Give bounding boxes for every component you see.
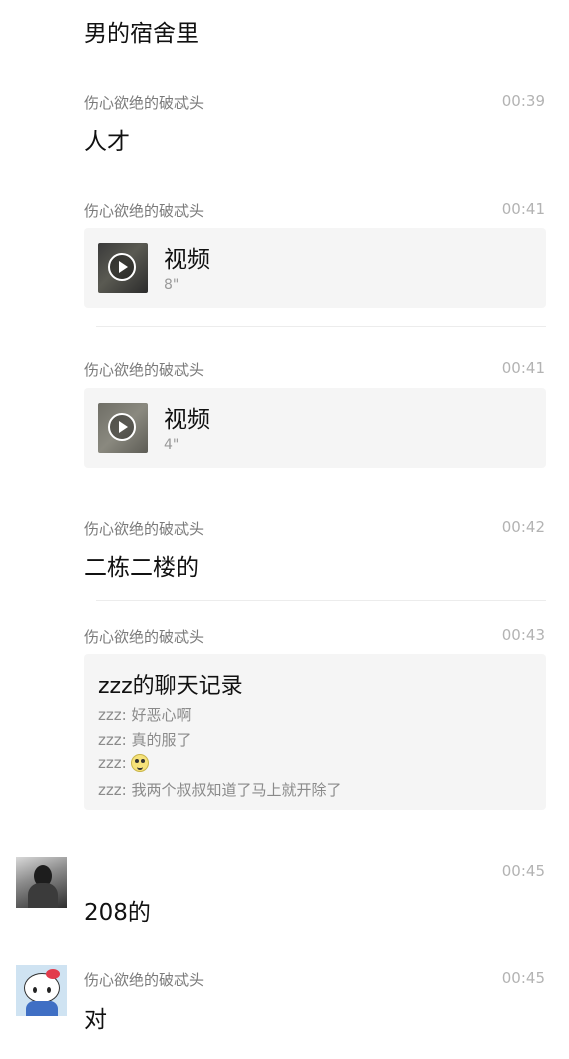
hello-kitty-avatar[interactable] — [16, 965, 67, 1016]
message-time: 00:42 — [501, 518, 545, 536]
message-time: 00:41 — [501, 359, 545, 377]
video-card[interactable]: 视频 8" — [84, 228, 546, 308]
video-title: 视频 — [164, 247, 210, 273]
smile-emoji-icon — [131, 754, 150, 772]
message-text: 男的宿舍里 — [84, 21, 199, 47]
avatar-bow — [46, 969, 60, 979]
sender-name: 伤心欲绝的破忒头 — [84, 202, 205, 220]
message-text: 208的 — [84, 900, 151, 926]
chat-record-line-prefix: zzz: — [98, 754, 127, 772]
sender-name: 伤心欲绝的破忒头 — [84, 361, 205, 379]
chat-record-line: zzz: 我两个叔叔知道了马上就开除了 — [98, 781, 342, 799]
video-thumbnail[interactable] — [98, 403, 148, 453]
avatar-body — [28, 883, 58, 908]
message-text: 对 — [84, 1007, 107, 1033]
video-duration: 8" — [164, 277, 180, 293]
message-time: 00:45 — [501, 862, 545, 880]
message-time: 00:41 — [501, 200, 545, 218]
avatar-eye — [33, 987, 37, 993]
video-duration: 4" — [164, 437, 180, 453]
message-text: 二栋二楼的 — [84, 555, 199, 581]
avatar-eye — [47, 987, 51, 993]
divider — [96, 600, 546, 601]
avatar-shirt — [26, 1001, 58, 1016]
sender-name: 伤心欲绝的破忒头 — [84, 520, 205, 538]
sender-name: 伤心欲绝的破忒头 — [84, 628, 205, 646]
message-time: 00:39 — [501, 92, 545, 110]
message-text: 人才 — [84, 129, 130, 155]
video-card[interactable]: 视频 4" — [84, 388, 546, 468]
play-icon[interactable] — [108, 413, 136, 441]
video-title: 视频 — [164, 407, 210, 433]
divider — [96, 326, 546, 327]
video-thumbnail[interactable] — [98, 243, 148, 293]
user-avatar-photo[interactable] — [16, 857, 67, 908]
chat-record-line: zzz: — [98, 754, 150, 772]
sender-name: 伤心欲绝的破忒头 — [84, 94, 205, 112]
chat-record-line: zzz: 好恶心啊 — [98, 706, 192, 724]
message-time: 00:45 — [501, 969, 545, 987]
chat-record-title: zzz的聊天记录 — [98, 674, 243, 699]
chat-record-card[interactable]: zzz的聊天记录 zzz: 好恶心啊 zzz: 真的服了 zzz: zzz: 我… — [84, 654, 546, 810]
chat-record-line: zzz: 真的服了 — [98, 731, 192, 749]
message-time: 00:43 — [501, 626, 545, 644]
play-icon[interactable] — [108, 253, 136, 281]
sender-name: 伤心欲绝的破忒头 — [84, 971, 205, 989]
